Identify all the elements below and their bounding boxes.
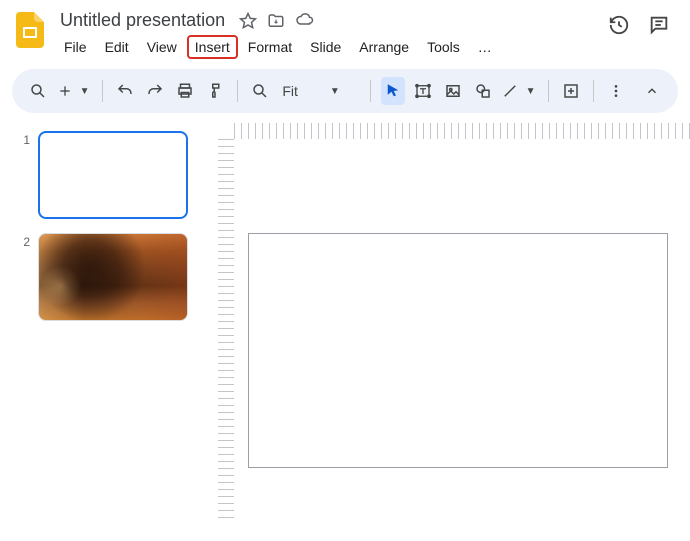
menu-arrange[interactable]: Arrange — [351, 35, 417, 59]
slide-thumb-canvas[interactable] — [38, 131, 188, 219]
shape-tool[interactable] — [471, 77, 495, 105]
star-icon[interactable] — [239, 12, 257, 30]
comments-icon[interactable] — [648, 14, 670, 36]
comment-add-button[interactable] — [558, 77, 582, 105]
title-row: Untitled presentation — [56, 8, 608, 33]
slide-thumb-canvas[interactable] — [38, 233, 188, 321]
move-folder-icon[interactable] — [267, 12, 285, 30]
zoom-button[interactable] — [248, 77, 272, 105]
undo-button[interactable] — [112, 77, 136, 105]
more-tools-button[interactable] — [604, 77, 628, 105]
canvas-area — [210, 123, 690, 541]
slide-number: 1 — [18, 131, 30, 147]
header-right — [608, 14, 670, 36]
toolbar: ▼ Fit ▼ ▼ — [12, 69, 678, 113]
document-title[interactable]: Untitled presentation — [56, 8, 229, 33]
slides-logo[interactable] — [12, 12, 48, 48]
search-icon[interactable] — [26, 77, 50, 105]
select-tool[interactable] — [381, 77, 405, 105]
slide-thumbnail-2[interactable]: 2 — [18, 233, 200, 321]
menu-file[interactable]: File — [56, 35, 95, 59]
separator — [102, 80, 103, 102]
slide-canvas[interactable] — [248, 233, 668, 468]
separator — [237, 80, 238, 102]
paint-format-button[interactable] — [203, 77, 227, 105]
history-icon[interactable] — [608, 14, 630, 36]
horizontal-ruler[interactable] — [234, 123, 690, 139]
slide-number: 2 — [18, 233, 30, 249]
zoom-fit-label: Fit — [282, 83, 298, 99]
new-slide-button[interactable] — [56, 77, 73, 105]
menu-view[interactable]: View — [139, 35, 185, 59]
menu-tools[interactable]: Tools — [419, 35, 468, 59]
menu-more[interactable]: … — [470, 35, 500, 59]
slide-thumbnail-1[interactable]: 1 — [18, 131, 200, 219]
workspace: 1 2 — [0, 123, 690, 541]
cloud-status-icon[interactable] — [295, 12, 315, 30]
vertical-ruler[interactable] — [218, 139, 234, 521]
textbox-tool[interactable] — [411, 77, 435, 105]
filmstrip: 1 2 — [0, 123, 210, 541]
menu-bar: File Edit View Insert Format Slide Arran… — [56, 35, 608, 59]
menu-insert[interactable]: Insert — [187, 35, 238, 59]
image-tool[interactable] — [441, 77, 465, 105]
menu-format[interactable]: Format — [240, 35, 300, 59]
separator — [370, 80, 371, 102]
separator — [548, 80, 549, 102]
separator — [593, 80, 594, 102]
line-tool[interactable] — [501, 77, 519, 105]
menu-slide[interactable]: Slide — [302, 35, 349, 59]
title-area: Untitled presentation File Edit View Ins… — [56, 8, 608, 59]
header: Untitled presentation File Edit View Ins… — [0, 0, 690, 59]
line-tool-dropdown[interactable]: ▼ — [525, 77, 537, 105]
redo-button[interactable] — [143, 77, 167, 105]
new-slide-dropdown[interactable]: ▼ — [80, 77, 92, 105]
collapse-toolbar-button[interactable] — [640, 77, 664, 105]
menu-edit[interactable]: Edit — [97, 35, 137, 59]
print-button[interactable] — [173, 77, 197, 105]
zoom-fit-dropdown[interactable]: Fit ▼ — [278, 83, 359, 99]
